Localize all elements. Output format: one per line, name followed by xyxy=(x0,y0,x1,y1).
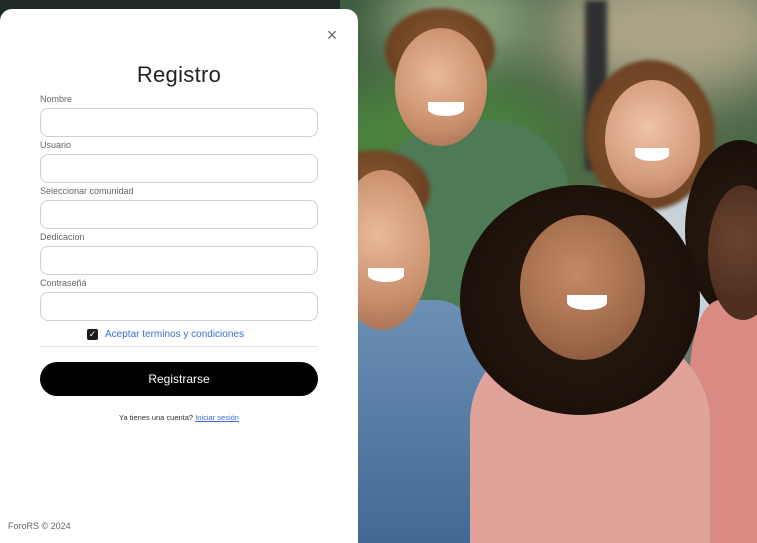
password-field[interactable] xyxy=(40,292,318,321)
community-label: Seleccionar comunidad xyxy=(40,186,134,196)
password-label: Contraseñá xyxy=(40,278,87,288)
checkbox-checked-icon[interactable]: ✓ xyxy=(87,329,98,340)
register-button[interactable]: Registrarse xyxy=(40,362,318,396)
name-label: Nombre xyxy=(40,94,73,104)
dedication-label: Dedicacion xyxy=(40,232,85,242)
photo-smile xyxy=(368,268,404,282)
name-field[interactable] xyxy=(40,108,318,137)
dedication-field[interactable] xyxy=(40,246,318,275)
photo-smile xyxy=(428,102,464,116)
community-field[interactable] xyxy=(40,200,318,229)
username-label: Usuario xyxy=(40,140,72,150)
divider xyxy=(40,346,318,347)
terms-row: ✓ Aceptar terminos y condiciones xyxy=(87,329,244,340)
photo-smile xyxy=(567,295,607,310)
photo-smile xyxy=(635,148,669,161)
hero-photo xyxy=(340,0,757,543)
login-link[interactable]: Iniciar sesión xyxy=(195,413,239,422)
register-modal: × Registro Nombre Usuario Seleccionar co… xyxy=(0,9,358,543)
page-title: Registro xyxy=(136,62,222,87)
username-field[interactable] xyxy=(40,154,318,183)
footer-copyright: ForoRS © 2024 xyxy=(8,521,71,531)
login-prompt-row: Ya tienes una cuenta? Iniciar sesión xyxy=(0,413,358,422)
close-icon[interactable]: × xyxy=(322,25,342,45)
photo-person-face xyxy=(605,80,700,198)
login-prompt: Ya tienes una cuenta? xyxy=(119,413,194,422)
terms-link[interactable]: Aceptar terminos y condiciones xyxy=(105,329,244,340)
photo-person-face xyxy=(520,215,645,360)
photo-person-face xyxy=(395,28,487,146)
